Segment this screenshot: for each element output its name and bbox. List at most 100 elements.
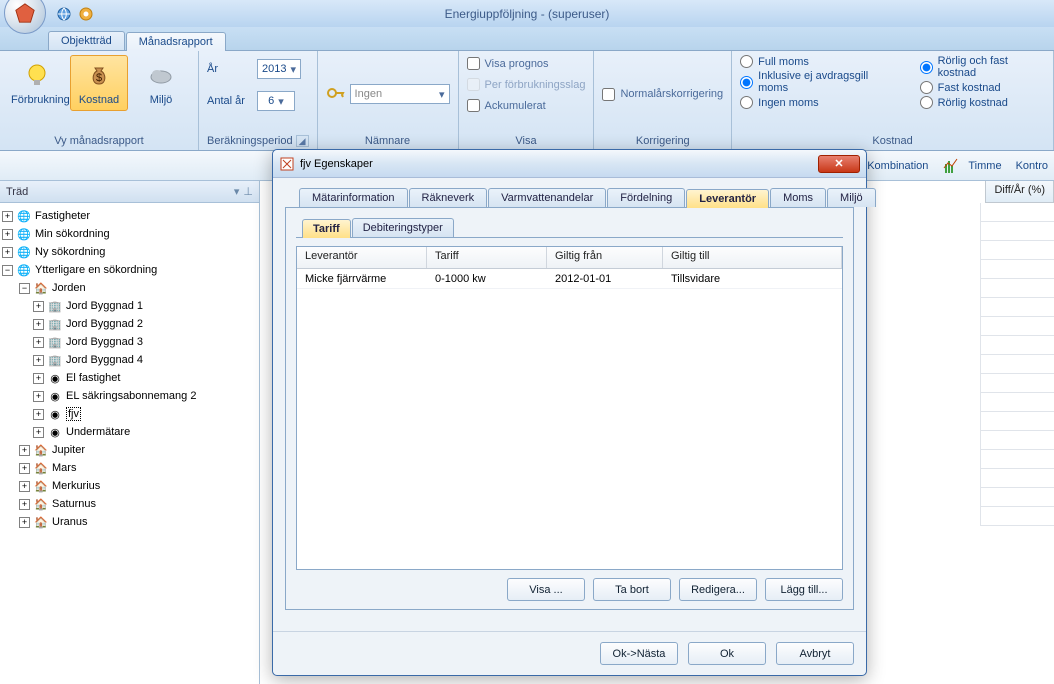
chevron-down-icon: ▾	[278, 95, 284, 108]
ackumulerat-checkbox[interactable]: Ackumulerat	[467, 99, 546, 112]
rorlig-radio[interactable]: Rörlig kostnad	[920, 96, 1045, 109]
tariff-listview[interactable]: Leverantör Tariff Giltig från Giltig til…	[296, 246, 843, 570]
ok-button[interactable]: Ok	[688, 642, 766, 665]
tree-node-el[interactable]: +◉El fastighet	[2, 369, 257, 387]
grid-row[interactable]	[980, 412, 1054, 431]
visa-button[interactable]: Visa ...	[507, 578, 585, 601]
qat-help-icon[interactable]	[78, 6, 94, 22]
tree-node-uranus[interactable]: +🏠Uranus	[2, 513, 257, 531]
tree-node-fastigheter[interactable]: +🌐Fastigheter	[2, 207, 257, 225]
redigera-button[interactable]: Redigera...	[679, 578, 757, 601]
grid-row[interactable]	[980, 336, 1054, 355]
dialog-titlebar[interactable]: fjv Egenskaper ✕	[273, 150, 866, 178]
grid-row[interactable]	[980, 222, 1054, 241]
grid-row[interactable]	[980, 374, 1054, 393]
tree-panel-header: Träd ▾⊥	[0, 181, 259, 203]
dialog-launcher-icon[interactable]: ◢	[296, 135, 309, 147]
grid-row[interactable]	[980, 241, 1054, 260]
ar-combo[interactable]: 2013▾	[257, 59, 301, 79]
listview-header: Leverantör Tariff Giltig från Giltig til…	[297, 247, 842, 269]
building-red-icon: 🏠	[33, 514, 49, 530]
tab-objekttrad[interactable]: Objektträd	[48, 31, 125, 50]
rorlig-fast-radio[interactable]: Rörlig och fast kostnad	[920, 55, 1045, 79]
per-forbrukning-checkbox[interactable]: Per förbrukningsslag	[467, 78, 586, 91]
grid-row[interactable]	[980, 469, 1054, 488]
grid-row[interactable]	[980, 355, 1054, 374]
kostnad-button[interactable]: $ Kostnad	[70, 55, 128, 111]
tree-node-saturnus[interactable]: +🏠Saturnus	[2, 495, 257, 513]
tab-moms[interactable]: Moms	[770, 188, 826, 207]
column-tariff[interactable]: Tariff	[427, 247, 547, 268]
tree-node-fjv[interactable]: +◉fjv	[2, 405, 257, 423]
tree-node-ytter[interactable]: −🌐Ytterligare en sökordning	[2, 261, 257, 279]
tree-panel: Träd ▾⊥ +🌐Fastigheter +🌐Min sökordning +…	[0, 181, 260, 684]
building-icon: 🏢	[47, 298, 63, 314]
subtab-debiteringstyper[interactable]: Debiteringstyper	[352, 218, 454, 237]
laggtill-button[interactable]: Lägg till...	[765, 578, 843, 601]
column-diff[interactable]: Diff/År (%)	[986, 181, 1054, 202]
window-title: Energiuppföljning - (superuser)	[445, 7, 610, 21]
tree-node-merkurius[interactable]: +🏠Merkurius	[2, 477, 257, 495]
subtab-tariff[interactable]: Tariff	[302, 219, 351, 238]
ok-nasta-button[interactable]: Ok->Nästa	[600, 642, 678, 665]
column-giltig-till[interactable]: Giltig till	[663, 247, 842, 268]
tab-leverantor[interactable]: Leverantör	[686, 189, 769, 208]
dropdown-icon[interactable]: ▾	[234, 185, 240, 198]
dialog-icon	[279, 156, 295, 172]
tree-node-b1[interactable]: +🏢Jord Byggnad 1	[2, 297, 257, 315]
tree-node-ny[interactable]: +🌐Ny sökordning	[2, 243, 257, 261]
pin-icon[interactable]: ⊥	[243, 185, 253, 198]
fast-radio[interactable]: Fast kostnad	[920, 81, 1045, 94]
tree-node-min[interactable]: +🌐Min sökordning	[2, 225, 257, 243]
tab-miljo[interactable]: Miljö	[827, 188, 876, 207]
tabort-button[interactable]: Ta bort	[593, 578, 671, 601]
normalars-checkbox[interactable]: Normalårskorrigering	[602, 88, 723, 101]
globe-icon: 🌐	[16, 244, 32, 260]
grid-row[interactable]	[980, 279, 1054, 298]
avbryt-button[interactable]: Avbryt	[776, 642, 854, 665]
tree-node-mars[interactable]: +🏠Mars	[2, 459, 257, 477]
grid-row[interactable]	[980, 298, 1054, 317]
grid-row[interactable]	[980, 488, 1054, 507]
column-leverantor[interactable]: Leverantör	[297, 247, 427, 268]
tree-node-jupiter[interactable]: +🏠Jupiter	[2, 441, 257, 459]
tab-manadsrapport[interactable]: Månadsrapport	[126, 32, 226, 51]
tree-node-elsak[interactable]: +◉EL säkringsabonnemang 2	[2, 387, 257, 405]
tree-node-under[interactable]: +◉Undermätare	[2, 423, 257, 441]
namnare-combo[interactable]: Ingen▾	[350, 84, 450, 104]
listview-row[interactable]: Micke fjärrvärme 0-1000 kw 2012-01-01 Ti…	[297, 269, 842, 289]
grid-row[interactable]	[980, 431, 1054, 450]
building-icon: 🏢	[47, 316, 63, 332]
timme-button[interactable]: Timme	[942, 155, 1001, 177]
grid-row[interactable]	[980, 393, 1054, 412]
close-button[interactable]: ✕	[818, 155, 860, 173]
tab-rakneverk[interactable]: Räkneverk	[409, 188, 488, 207]
visa-prognos-checkbox[interactable]: Visa prognos	[467, 57, 549, 70]
grid-row[interactable]	[980, 260, 1054, 279]
tree-body[interactable]: +🌐Fastigheter +🌐Min sökordning +🌐Ny söko…	[0, 203, 259, 684]
key-icon	[326, 83, 346, 106]
inkl-moms-radio[interactable]: Inklusive ej avdragsgill moms	[740, 70, 895, 94]
chevron-down-icon: ▾	[290, 63, 296, 76]
kontro-button[interactable]: Kontro	[1016, 160, 1048, 172]
miljo-button[interactable]: Miljö	[132, 55, 190, 111]
grid-row[interactable]	[980, 203, 1054, 222]
forbrukning-button[interactable]: Förbrukning	[8, 55, 66, 111]
grid-row[interactable]	[980, 317, 1054, 336]
tab-varmvattenandelar[interactable]: Varmvattenandelar	[488, 188, 606, 207]
full-moms-radio[interactable]: Full moms	[740, 55, 895, 68]
qat-globe-icon[interactable]	[56, 6, 72, 22]
antal-ar-combo[interactable]: 6▾	[257, 91, 295, 111]
tree-node-b3[interactable]: +🏢Jord Byggnad 3	[2, 333, 257, 351]
tab-matarinformation[interactable]: Mätarinformation	[299, 188, 408, 207]
tree-node-jorden[interactable]: −🏠Jorden	[2, 279, 257, 297]
ingen-moms-radio[interactable]: Ingen moms	[740, 96, 895, 109]
tree-node-b2[interactable]: +🏢Jord Byggnad 2	[2, 315, 257, 333]
column-giltig-fran[interactable]: Giltig från	[547, 247, 663, 268]
globe-icon: 🌐	[16, 262, 32, 278]
grid-row[interactable]	[980, 507, 1054, 526]
grid-row[interactable]	[980, 450, 1054, 469]
dialog-title: fjv Egenskaper	[300, 158, 373, 170]
tab-fordelning[interactable]: Fördelning	[607, 188, 685, 207]
tree-node-b4[interactable]: +🏢Jord Byggnad 4	[2, 351, 257, 369]
